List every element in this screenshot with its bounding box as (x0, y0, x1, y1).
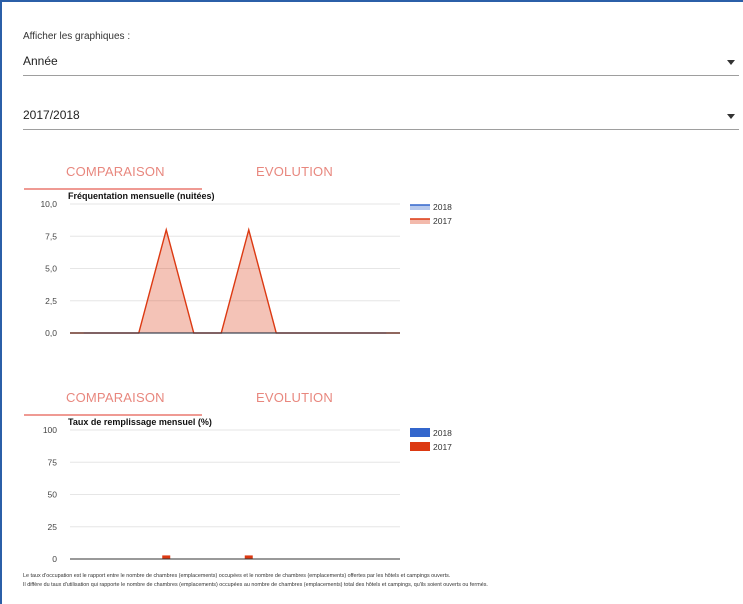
chevron-down-icon (727, 114, 735, 119)
legend-swatch-2017 (410, 219, 430, 224)
chevron-down-icon (727, 60, 735, 65)
tab-evolution[interactable]: EVOLUTION (256, 164, 333, 179)
bar-2017 (162, 555, 171, 559)
period-type-value: Année (23, 54, 58, 68)
period-select[interactable]: 2017/2018 (23, 106, 739, 130)
y-tick-label: 100 (43, 425, 57, 435)
footnote-occupation: Le taux d'occupation est le rapport entr… (23, 573, 451, 579)
chart-remplissage: Taux de remplissage mensuel (%) 0 25 50 75 10… (43, 417, 452, 564)
y-tick-label: 0,0 (45, 328, 57, 338)
y-tick-label: 0 (52, 554, 57, 564)
legend-label-2018: 2018 (433, 428, 452, 438)
y-tick-label: 25 (48, 522, 58, 532)
y-tick-label: 50 (48, 490, 58, 500)
legend-swatch-2018 (410, 428, 430, 437)
footnote-utilisation: Il diffère du taux d'utilisation qui rap… (23, 582, 488, 588)
filter-label: Afficher les graphiques : (23, 31, 131, 42)
legend-label-2018: 2018 (433, 202, 452, 212)
y-tick-label: 5,0 (45, 264, 57, 274)
legend-swatch-2017 (410, 442, 430, 451)
period-value: 2017/2018 (23, 108, 80, 122)
legend-swatch-2018 (410, 205, 430, 210)
chart-title: Fréquentation mensuelle (nuitées) (68, 191, 215, 201)
tab-comparison[interactable]: COMPARAISON (66, 164, 165, 179)
y-tick-label: 75 (48, 457, 58, 467)
chart-nuitees: Fréquentation mensuelle (nuitées) 0,0 2,5 5… (40, 191, 452, 338)
y-tick-label: 2,5 (45, 296, 57, 306)
y-tick-label: 10,0 (40, 199, 57, 209)
legend-label-2017: 2017 (433, 216, 452, 226)
period-type-select[interactable]: Année (23, 52, 739, 76)
y-tick-label: 7,5 (45, 231, 57, 241)
bar-2017 (244, 555, 253, 559)
tab-evolution[interactable]: EVOLUTION (256, 390, 333, 405)
legend-label-2017: 2017 (433, 442, 452, 452)
chart-title: Taux de remplissage mensuel (%) (68, 417, 212, 427)
tab-comparison[interactable]: COMPARAISON (66, 390, 165, 405)
